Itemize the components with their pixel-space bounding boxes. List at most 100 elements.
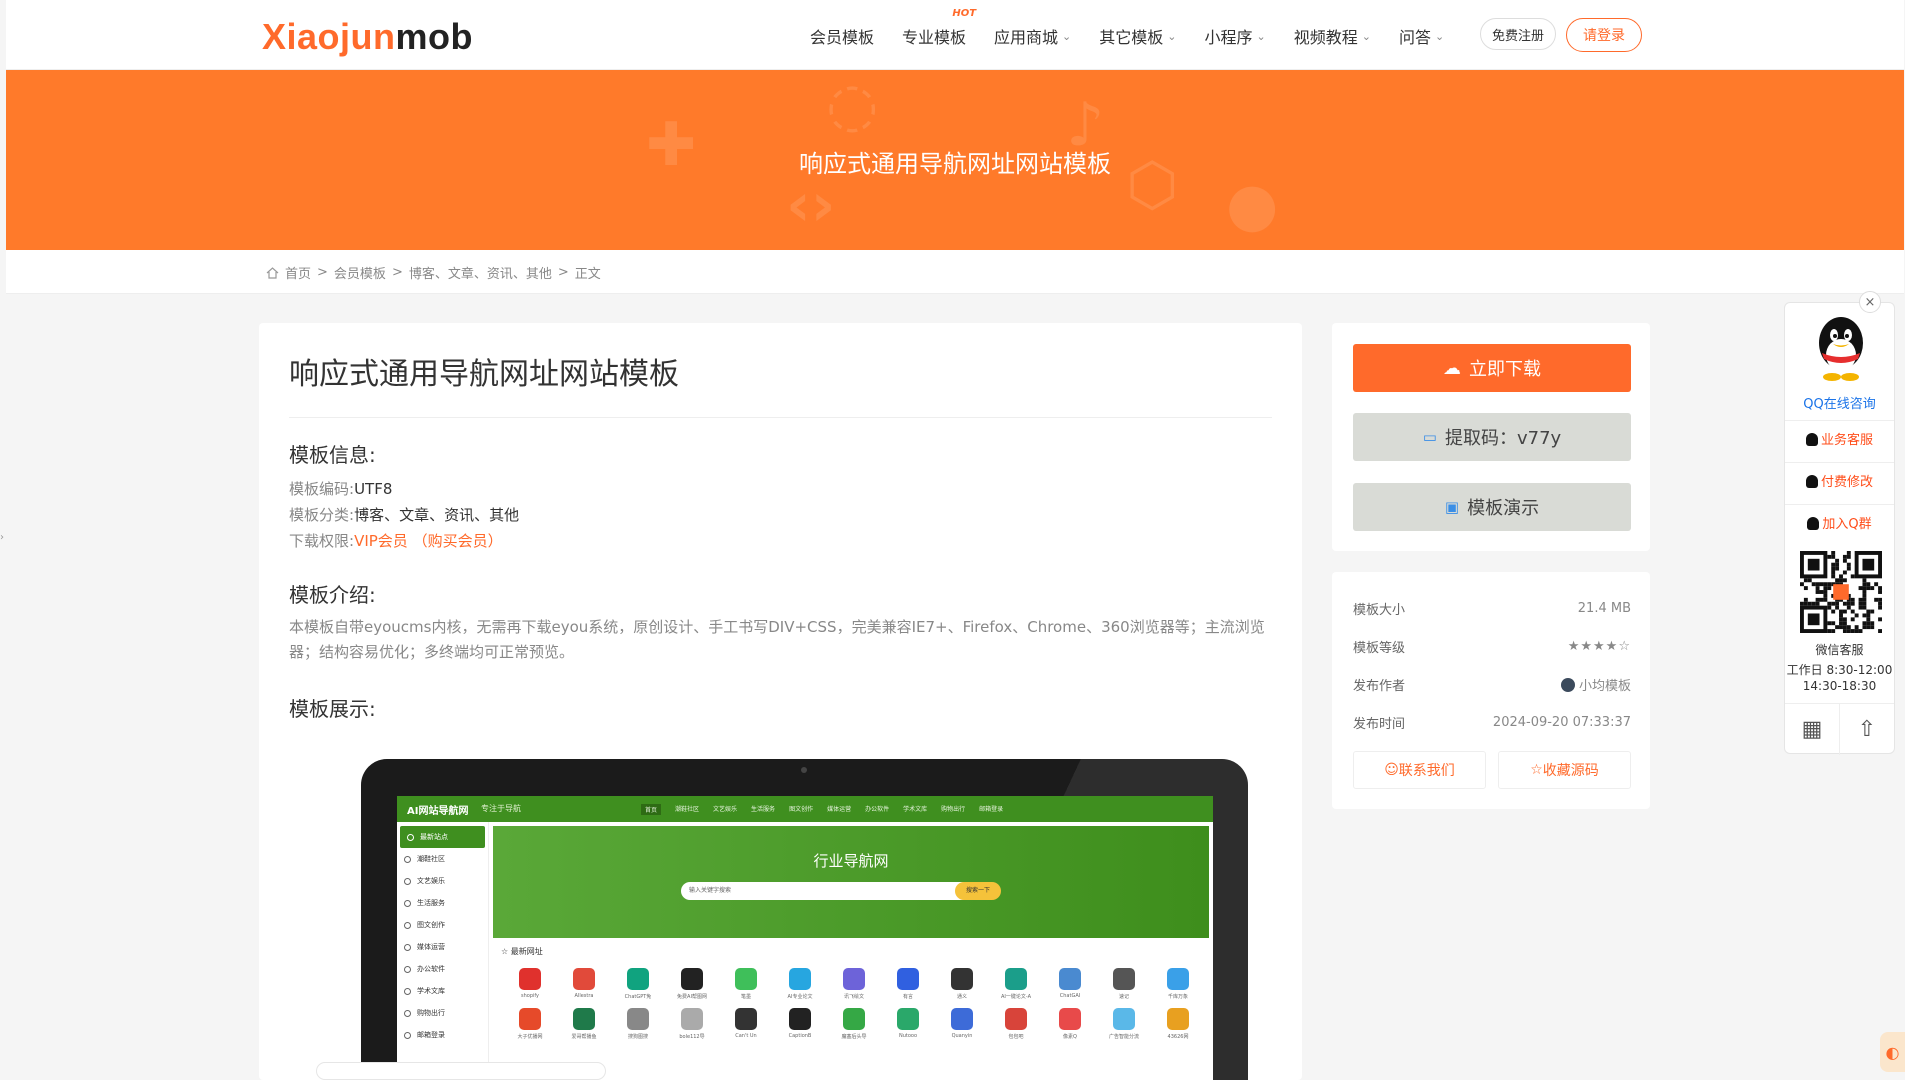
extract-code-button[interactable]: ▭ 提取码：v77y [1353,413,1631,461]
contact-button[interactable]: ☺ 联系我们 [1353,751,1486,789]
horizontal-scrollbar[interactable] [316,1062,606,1080]
demo-button[interactable]: ▣ 模板演示 [1353,483,1631,531]
preview-site-tile: AI一键论文-A [989,968,1043,1000]
buy-membership-link[interactable]: （购买会员） [413,532,503,550]
float-bottom-tools: ▦ ⇧ [1785,703,1894,755]
meta-row-time: 发布时间 2024-09-20 07:33:37 [1353,713,1631,732]
preview-site-icon [1113,1008,1135,1030]
category-link[interactable]: 博客、文章、资讯、其他 [354,506,519,524]
nav-item[interactable]: 会员模板 [810,22,874,50]
preview-latest-text: 最新网址 [510,947,543,956]
float-link-label: 业务客服 [1820,433,1873,448]
close-icon[interactable]: × [1859,291,1881,313]
banner-deco-icon: ‹› [786,170,836,240]
author-link[interactable]: 小均模板 [1579,675,1631,694]
rating-stars: ★★★★☆ [1567,639,1631,654]
preview-site-label: 大子优播网 [517,1034,543,1040]
qq-small-icon [1805,433,1818,446]
preview-site-tile: shopify [503,968,557,1000]
banner-deco-icon: ◌ [826,70,879,140]
nav-item[interactable]: 应用商城 ⌄ [994,22,1071,50]
qr-code-icon[interactable]: ▦ [1785,704,1840,755]
preview-side-item: 文艺娱乐 [397,870,488,892]
breadcrumb-home[interactable]: 首页 [285,263,311,282]
info-category: 模板分类:博客、文章、资讯、其他 [289,502,519,528]
download-button[interactable]: ☁ 立即下载 [1353,344,1631,392]
preview-search-input: 输入关键字搜索 [681,882,981,900]
work-hours-1: 工作日 8:30-12:00 [1786,663,1893,677]
preview-nav-item: 购物出行 [941,806,966,813]
preview-site-icon [843,1008,865,1030]
nav-item[interactable]: 其它模板 ⌄ [1099,22,1176,50]
preview-site-tile: bole112导 [665,1008,719,1040]
preview-site-icon [627,968,649,990]
preview-site-icon [735,1008,757,1030]
preview-site-tile: ChatGAI [1043,968,1097,1000]
meta-key: 发布作者 [1353,679,1406,694]
float-link-paid-edit[interactable]: 付费修改 [1785,462,1894,502]
work-hours-2: 14:30-18:30 [1802,679,1877,693]
preview-site-tile: CaptionB [773,1008,827,1040]
left-edge-arrow-icon[interactable]: › [0,532,4,543]
nav-item[interactable]: 小程序 ⌄ [1205,22,1266,50]
preview-site-icon [627,1008,649,1030]
login-button[interactable]: 请登录 [1566,18,1642,52]
preview-nav-item: 图文创作 [789,806,814,813]
nav-item[interactable]: 视频教程 ⌄ [1294,22,1371,50]
nav-item-label: 小程序 [1204,28,1253,47]
nav-item[interactable]: 问答 ⌄ [1399,22,1444,50]
meta-row-level: 模板等级 ★★★★☆ [1353,637,1631,656]
nav-item[interactable]: 专业模板 HOT [902,8,976,50]
favorite-button[interactable]: ☆ 收藏源码 [1498,751,1631,789]
preview-site-label: CaptionB [788,1033,812,1039]
preview-site-icon [573,1008,595,1030]
nav-item-label: 问答 [1398,28,1431,47]
site-logo[interactable]: Xiaojunmob [262,16,473,58]
preview-site-icon [843,968,865,990]
preview-nav-item: 潮鞋社区 [675,806,700,813]
star-icon: ☆ [1530,762,1543,778]
preview-site-icon [1059,1008,1081,1030]
preview-site-tile: Can't Un [719,1008,773,1040]
preview-site-label: 笔墨 [740,994,751,1000]
preview-nav-item: 媒体运营 [827,806,852,813]
preview-search-button: 搜索一下 [955,882,1001,900]
preview-logo: AI网站导航网 [407,806,469,817]
preview-site-label: 速记 [1118,994,1129,1000]
preview-hero-title: 行业导航网 [813,852,889,870]
demo-label: 模板演示 [1467,498,1540,519]
side-tab-icon[interactable]: ◐ [1880,1032,1905,1072]
intro-heading: 模板介绍: [289,583,376,607]
register-button[interactable]: 免费注册 [1480,18,1556,50]
monitor-icon: ▭ [1422,428,1437,446]
preview-site-tile: Nutooo [881,1008,935,1040]
breadcrumb-level1[interactable]: 会员模板 [334,263,386,282]
qq-penguin-icon[interactable] [1810,313,1872,383]
qq-consult-link[interactable]: QQ在线咨询 [1785,393,1894,412]
preview-nav-item: 办公软件 [865,806,890,813]
info-encoding: 模板编码:UTF8 [289,476,519,502]
title-divider [289,417,1272,418]
page-banner: ✚ ◌ ♪ ⬡ ‹› ● 响应式通用导航网址网站模板 [6,70,1904,250]
preview-site-icon [951,968,973,990]
float-link-label: 加入Q群 [1822,517,1872,532]
download-card: ☁ 立即下载 ▭ 提取码：v77y ▣ 模板演示 [1332,323,1650,551]
breadcrumb-level2[interactable]: 博客、文章、资讯、其他 [409,263,552,282]
meta-row-size: 模板大小 21.4 MB [1353,599,1631,618]
float-link-service[interactable]: 业务客服 [1785,420,1894,460]
rocket-top-icon[interactable]: ⇧ [1840,704,1894,755]
breadcrumb: 首页 > 会员模板 > 博客、文章、资讯、其他 > 正文 [266,263,601,282]
meta-card: 模板大小 21.4 MB 模板等级 ★★★★☆ 发布作者 小均模板 发布时间 2… [1332,572,1650,809]
float-link-join-group[interactable]: 加入Q群 [1785,504,1894,544]
preview-site-label: 像素Q [1063,1034,1077,1040]
preview-site-label: 43626网 [1167,1034,1189,1040]
preview-site-tile: 广告智能分流 [1097,1008,1151,1040]
intro-text: 本模板自带eyoucms内核，无需再下载eyou系统，原创设计、手工书写DIV+… [289,618,1265,661]
preview-site-label: Quanyin [951,1033,973,1039]
demo-heading: 模板展示: [289,697,376,721]
preview-site-label: 通义 [956,994,967,1000]
cloud-download-icon: ☁ [1443,357,1461,379]
preview-site-icon [681,968,703,990]
preview-site-tile: 像素Q [1043,1008,1097,1040]
preview-site-icon [519,1008,541,1030]
